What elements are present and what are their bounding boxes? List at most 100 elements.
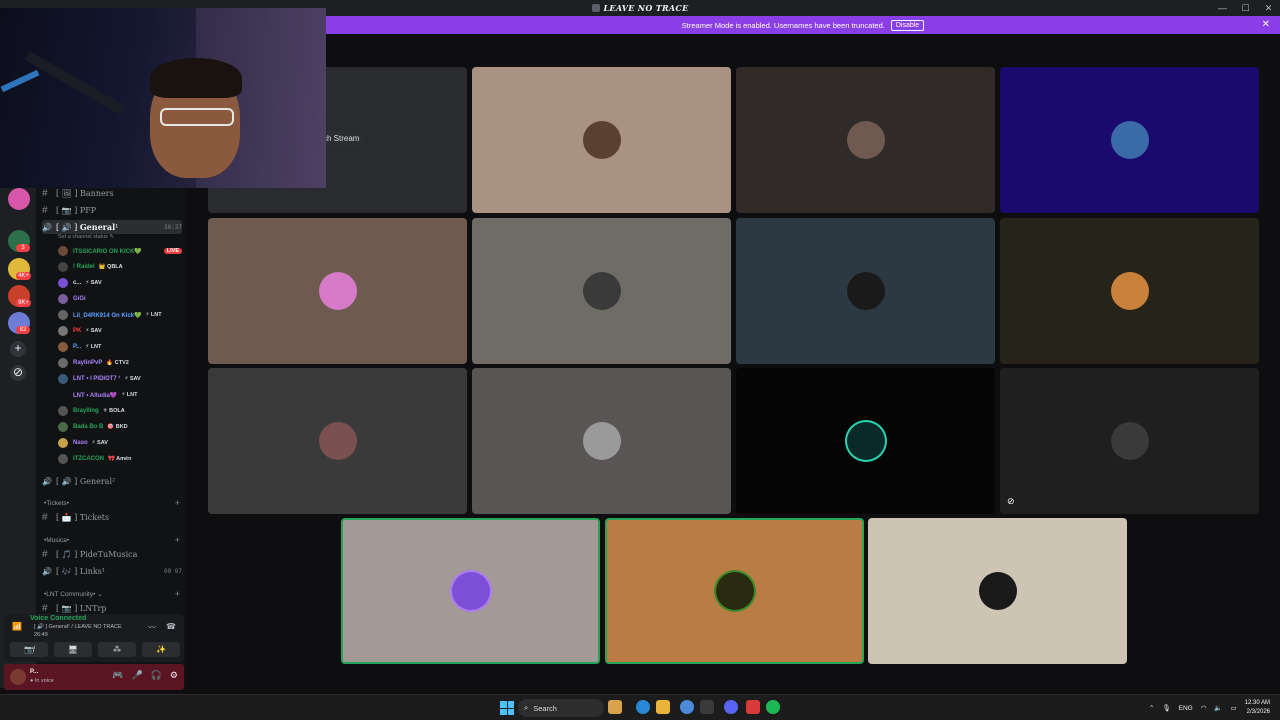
tray-mic-icon[interactable]: 🎙 — [1162, 704, 1170, 712]
voice-channel-name[interactable]: [ 🔊 ] General¹ / LEAVE NO TRACE — [34, 624, 122, 630]
participant-tile[interactable] — [736, 218, 995, 364]
member-name: Braylling — [73, 408, 99, 414]
channel-bracket: [ 🎵 ] — [56, 549, 78, 559]
close-window-button[interactable]: ✕ — [1257, 3, 1280, 14]
participant-tile[interactable] — [1000, 67, 1259, 213]
voice-member[interactable]: Lil_D4RK914 On Kick💚 ⚡ LNT — [58, 308, 182, 322]
system-tray: ⌃ 🎙 ENG ◠ 🔈 ▭ 12:30 AM 2/3/2026 — [1149, 695, 1270, 720]
voice-member[interactable]: Naso ⚡ SAV — [58, 436, 182, 450]
voice-member[interactable]: c... ⚡ SAV — [58, 276, 182, 290]
server-badge: 3 — [16, 244, 30, 252]
category-name: •Musica• — [44, 536, 70, 544]
taskbar-search[interactable]: ⌕ Search — [518, 699, 604, 717]
screen-share-button[interactable]: 🖥 — [54, 642, 92, 657]
disconnect-icon[interactable]: ☎ — [166, 622, 176, 631]
taskbar-app-icon[interactable] — [700, 700, 714, 714]
app-title-text: LEAVE NO TRACE — [603, 3, 689, 13]
volume-icon[interactable]: 🔈 — [1214, 704, 1222, 712]
channel-pfp[interactable]: # [ 📷 ] PFP — [42, 203, 182, 217]
battery-icon[interactable]: ▭ — [1230, 704, 1236, 712]
settings-gear-icon[interactable]: ⚙ — [170, 670, 178, 681]
soundboard-button[interactable]: ✨ — [142, 642, 180, 657]
participant-tile[interactable] — [868, 518, 1127, 664]
voice-member[interactable]: P... ⚡ LNT — [58, 340, 182, 354]
wifi-icon[interactable]: ◠ — [1201, 704, 1207, 712]
channel-item[interactable]: # [ 📩 ] Tickets — [42, 510, 182, 524]
maximize-button[interactable]: ☐ — [1234, 3, 1257, 14]
voice-member[interactable]: ITSSICARIO ON KICK💚 LIVE — [58, 244, 182, 258]
server-icon[interactable] — [8, 188, 30, 210]
channel-category[interactable]: •LNT Community• ⌄ + — [44, 588, 180, 600]
channel-item[interactable]: # [ 📷 ] LNTrp — [42, 601, 182, 615]
category-name: •LNT Community• ⌄ — [44, 591, 103, 598]
voice-status[interactable]: Voice Connected — [30, 615, 86, 622]
banner-close-icon[interactable]: ✕ — [1262, 19, 1270, 30]
file-explorer-icon[interactable] — [656, 700, 670, 714]
avatar[interactable] — [10, 669, 26, 685]
voice-member[interactable]: LNT • I PIDIOT7 ¹ ⚡ SAV — [58, 372, 182, 386]
channel-category[interactable]: •Musica• + — [44, 534, 180, 546]
noise-suppression-icon[interactable]: 〰 — [148, 622, 156, 633]
participant-tile[interactable] — [736, 67, 995, 213]
minimize-button[interactable]: — — [1211, 3, 1234, 13]
participant-tile[interactable] — [736, 368, 995, 514]
participant-tile[interactable] — [208, 368, 467, 514]
channel-item[interactable]: # [ 🎵 ] PideTuMusica — [42, 547, 182, 561]
voice-member[interactable]: Braylling ⚜ BOLA — [58, 404, 182, 418]
participant-tile[interactable] — [341, 518, 600, 664]
participant-tile[interactable] — [605, 518, 864, 664]
add-channel-icon[interactable]: + — [175, 498, 180, 508]
channel-category[interactable]: •Tickets• + — [44, 497, 180, 509]
member-tag: 🎯 BKD — [107, 424, 128, 430]
clock-date: 2/3/2026 — [1246, 709, 1270, 715]
user-name[interactable]: P... — [30, 669, 38, 675]
channel-general-active[interactable]: 🔊 [ 🔊 ] General ¹ 30:37 — [42, 220, 182, 234]
tray-chevron-icon[interactable]: ⌃ — [1149, 704, 1154, 712]
channel-banners[interactable]: # [ 🖼 ] Banners — [42, 186, 182, 200]
chrome-icon[interactable] — [680, 700, 694, 714]
voice-member[interactable]: GiGi — [58, 292, 182, 306]
voice-member[interactable]: ! Raidel 👑 QBLA — [58, 260, 182, 274]
avatar — [58, 438, 68, 448]
voice-member[interactable]: LNT • Alludia💜 ⚡ LNT — [58, 388, 182, 402]
voice-member[interactable]: ITZCACON 🎀 Amén — [58, 452, 182, 466]
hash-icon: # — [42, 602, 48, 614]
add-server-icon[interactable]: + — [10, 341, 26, 357]
voice-member[interactable]: Bada Bo B 🎯 BKD — [58, 420, 182, 434]
participant-tile[interactable] — [1000, 368, 1259, 514]
edge-icon[interactable] — [636, 700, 650, 714]
channel-sup: ¹ — [115, 222, 119, 232]
channel-status-line[interactable]: Set a channel status ✎ — [58, 234, 114, 240]
channel-item[interactable]: 🔊 [ 🎶 ] Links ¹ 00 07 — [42, 564, 182, 578]
participant-tile[interactable] — [472, 368, 731, 514]
start-button[interactable] — [500, 701, 514, 715]
channel-item[interactable]: 🔊 [ 🔊 ] General ² — [42, 474, 182, 488]
signal-icon[interactable]: 📶 — [12, 622, 22, 631]
clock[interactable]: 12:30 AM 2/3/2026 — [1245, 699, 1270, 717]
member-tag: ⚡ LNT — [145, 312, 162, 318]
language-indicator[interactable]: ENG — [1179, 705, 1193, 712]
headphones-icon[interactable]: 🎧 — [151, 670, 162, 681]
avatar — [58, 390, 68, 400]
voice-member[interactable]: PK ⚡ SAV — [58, 324, 182, 338]
activities-button[interactable]: ⁂ — [98, 642, 136, 657]
mic-icon[interactable]: 🎤 — [131, 670, 142, 681]
discord-icon[interactable] — [724, 700, 738, 714]
add-channel-icon[interactable]: + — [175, 535, 180, 545]
participant-tile[interactable] — [472, 218, 731, 364]
participant-tile[interactable] — [472, 67, 731, 213]
member-tag: ⚡ LNT — [85, 344, 102, 350]
disable-streamer-mode-button[interactable]: Disable — [890, 19, 925, 31]
gamepad-icon[interactable]: 🎮 — [112, 670, 123, 681]
add-channel-icon[interactable]: + — [175, 589, 180, 599]
participant-tile[interactable] — [1000, 218, 1259, 364]
participant-tile[interactable] — [208, 218, 467, 364]
taskbar-app-icon[interactable] — [608, 700, 622, 714]
spotify-icon[interactable] — [766, 700, 780, 714]
speaker-icon: 🔊 — [42, 222, 52, 232]
avatar — [58, 326, 68, 336]
camera-toggle-button[interactable]: 📷̸ — [10, 642, 48, 657]
taskbar-app-icon[interactable] — [746, 700, 760, 714]
voice-member[interactable]: RaylinPvP 🔥 CTV2 — [58, 356, 182, 370]
discover-icon[interactable]: ⊘ — [10, 365, 26, 381]
